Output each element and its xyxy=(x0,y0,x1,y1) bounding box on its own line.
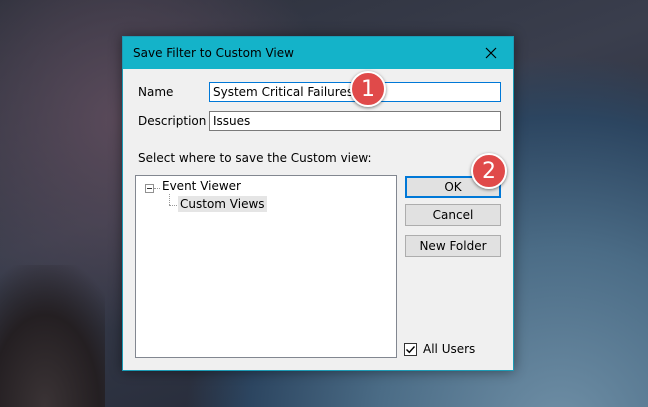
description-input[interactable] xyxy=(209,111,501,131)
all-users-option[interactable]: All Users xyxy=(404,342,475,356)
all-users-checkbox[interactable] xyxy=(404,342,417,356)
tree-connector xyxy=(169,194,170,205)
checkmark-icon xyxy=(406,345,416,353)
save-filter-dialog: Save Filter to Custom View Name Descript… xyxy=(122,36,514,371)
name-label: Name xyxy=(138,85,174,99)
dialog-title-bar[interactable]: Save Filter to Custom View xyxy=(123,37,513,69)
folder-tree[interactable]: Event Viewer Custom Views xyxy=(135,175,397,358)
description-label: Description xyxy=(138,114,207,128)
tree-connector xyxy=(169,205,177,206)
collapse-icon[interactable] xyxy=(145,184,154,193)
close-button[interactable] xyxy=(469,37,513,69)
wallpaper-rock xyxy=(0,265,105,407)
step-1-badge: 1 xyxy=(350,71,386,107)
tree-connector xyxy=(154,188,160,189)
save-location-label: Select where to save the Custom view: xyxy=(138,151,372,165)
tree-item-event-viewer[interactable]: Event Viewer xyxy=(162,179,241,193)
step-2-badge: 2 xyxy=(471,153,507,189)
all-users-label: All Users xyxy=(423,342,476,356)
tree-item-custom-views[interactable]: Custom Views xyxy=(178,196,267,212)
close-icon xyxy=(485,47,497,59)
cancel-button[interactable]: Cancel xyxy=(405,204,501,226)
dialog-title: Save Filter to Custom View xyxy=(133,46,294,60)
new-folder-button[interactable]: New Folder xyxy=(405,235,501,257)
